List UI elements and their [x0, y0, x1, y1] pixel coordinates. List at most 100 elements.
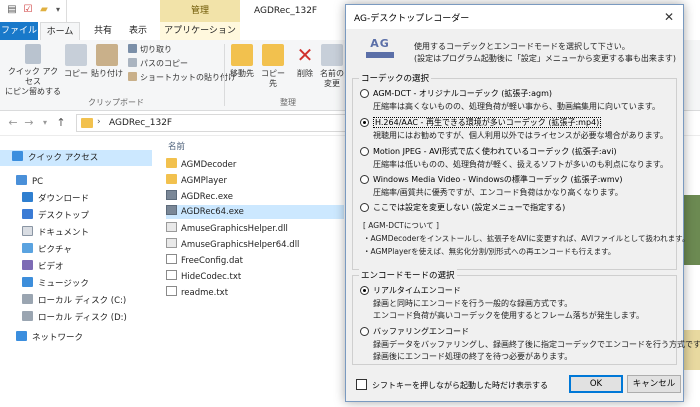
intro-text: (設定はプログラム起動後に「設定」メニューから変更する事も出来ます)	[414, 54, 676, 63]
radio-label: ここでは設定を変更しない (設定メニューで指定する)	[373, 203, 566, 212]
file-row[interactable]: readme.txt	[166, 286, 344, 300]
window-title: AGDRec_132F	[254, 6, 318, 16]
recent-dropdown-icon[interactable]: ▾	[38, 116, 52, 130]
delete-button[interactable]: ✕ 削除	[292, 44, 318, 79]
drive-icon	[22, 294, 33, 304]
tab-file[interactable]: ファイル	[0, 22, 38, 40]
logo-text: AG	[370, 37, 390, 50]
logo-bar	[366, 52, 394, 58]
dll-icon	[166, 238, 177, 248]
file-row[interactable]: AGMPlayer	[166, 174, 344, 188]
mode-description: 録画データをバッファリングし、録画終了後に指定コーデックでエンコードを行う方式で…	[373, 340, 700, 349]
codec-dialog: AG-デスクトップレコーダー ✕ AG 使用するコーデックとエンコードモードを選…	[345, 4, 700, 402]
sidebar-item-label: ローカル ディスク (D:)	[38, 313, 127, 323]
column-header-name[interactable]: 名前	[168, 140, 185, 152]
file-name: HideCodec.txt	[181, 272, 242, 282]
sidebar-item-label: ミュージック	[38, 279, 89, 289]
checkbox-label: シフトキーを押しながら起動した時だけ表示する	[372, 381, 548, 390]
move-to-button[interactable]: 移動先	[228, 44, 256, 79]
file-name: readme.txt	[181, 288, 229, 298]
exe-icon	[166, 190, 177, 200]
file-row-selected[interactable]: AGDRec64.exe	[166, 205, 344, 219]
context-tab-manage[interactable]: 管理	[160, 0, 240, 22]
tab-application-tools[interactable]: アプリケーション ツール	[160, 22, 240, 54]
encode-mode-group-title: エンコードモードの選択	[359, 269, 457, 281]
copy-label: コピー	[64, 69, 88, 78]
sidebar-item-pictures[interactable]: ピクチャ	[22, 242, 72, 258]
sidebar-item-label: デスクトップ	[38, 211, 90, 221]
properties-icon[interactable]: ☑	[22, 4, 34, 16]
pin-quick-access-button[interactable]: クイック アクセス にピン留めする	[4, 44, 62, 97]
paste-shortcut-icon	[128, 72, 137, 81]
organize-group-label: 整理	[280, 98, 296, 107]
ok-button[interactable]: OK	[569, 375, 623, 393]
copy-to-button[interactable]: コピー先	[258, 44, 288, 89]
copy-path-button[interactable]: パスのコピー	[128, 58, 188, 70]
radio-icon	[360, 89, 369, 98]
up-arrow-icon[interactable]: ↑	[54, 116, 68, 130]
breadcrumb-path[interactable]: AGDRec_132F	[109, 118, 172, 128]
copy-button[interactable]: コピー	[62, 44, 90, 79]
sidebar-item-drive-d[interactable]: ローカル ディスク (D:)	[22, 310, 127, 326]
sidebar-item-drive-c[interactable]: ローカル ディスク (C:)	[22, 293, 126, 309]
pin-icon	[25, 44, 41, 64]
sidebar-item-desktop[interactable]: デスクトップ	[22, 208, 89, 224]
nav-pc[interactable]: PC	[16, 174, 43, 190]
tab-view[interactable]: 表示	[122, 22, 154, 40]
sidebar-item-documents[interactable]: ドキュメント	[22, 225, 89, 241]
rename-button[interactable]: 名前の 変更	[320, 44, 344, 89]
qa-dropdown-icon[interactable]: ▾	[52, 4, 64, 16]
shift-key-checkbox[interactable]: シフトキーを押しながら起動した時だけ表示する	[356, 379, 548, 391]
folder-icon	[81, 118, 93, 128]
desktop-icon	[22, 209, 33, 219]
radio-buffering-encode[interactable]: バッファリングエンコード	[360, 326, 469, 337]
forward-arrow-icon[interactable]: →	[22, 116, 36, 130]
delete-label: 削除	[297, 69, 313, 78]
folder-icon	[166, 174, 177, 184]
radio-motion-jpeg[interactable]: Motion JPEG - AVI形式で広く使われているコーデック (拡張子:a…	[360, 146, 617, 157]
radio-label: AGM-DCT - オリジナルコーデック (拡張子:agm)	[373, 89, 553, 98]
move-to-icon	[231, 44, 253, 66]
text-file-icon	[166, 286, 177, 296]
nav-network[interactable]: ネットワーク	[16, 330, 83, 346]
codec-description: 視聴用にはお勧めですが、個人利用以外ではライセンスが必要な場合があります。	[373, 131, 668, 140]
radio-wmv[interactable]: Windows Media Video - Windowsの標準コーデック (拡…	[360, 174, 622, 185]
cancel-button[interactable]: キャンセル	[627, 375, 681, 393]
radio-label: Motion JPEG - AVI形式で広く使われているコーデック (拡張子:a…	[373, 147, 617, 156]
file-row[interactable]: AGMDecoder	[166, 158, 344, 172]
paste-button[interactable]: 貼り付け	[90, 44, 124, 79]
sidebar-item-videos[interactable]: ビデオ	[22, 259, 64, 275]
file-row[interactable]: AGDRec.exe	[166, 190, 344, 204]
cut-button[interactable]: 切り取り	[128, 44, 172, 56]
new-folder-icon[interactable]: ▰	[38, 4, 50, 16]
group-divider	[224, 44, 225, 106]
radio-realtime-encode[interactable]: リアルタイムエンコード	[360, 285, 461, 296]
nav-quick-access[interactable]: クイック アクセス	[0, 150, 152, 166]
file-row[interactable]: FreeConfig.dat	[166, 254, 344, 268]
file-name: AGMDecoder	[181, 160, 237, 170]
file-row[interactable]: HideCodec.txt	[166, 270, 344, 284]
paste-shortcut-button[interactable]: ショートカットの貼り付け	[128, 72, 236, 84]
sidebar-item-label: ピクチャ	[38, 245, 72, 255]
copy-path-icon	[128, 58, 137, 67]
back-arrow-icon[interactable]: ←	[6, 116, 20, 130]
file-row[interactable]: AmuseGraphicsHelper64.dll	[166, 238, 344, 252]
radio-agm-dct[interactable]: AGM-DCT - オリジナルコーデック (拡張子:agm)	[360, 88, 552, 99]
move-to-label: 移動先	[230, 69, 254, 78]
paste-label: 貼り付け	[91, 69, 123, 78]
close-icon[interactable]: ✕	[655, 5, 683, 29]
radio-h264[interactable]: H.264/AAC - 再生できる環境が多いコーデック (拡張子:mp4)	[360, 117, 602, 128]
radio-label: リアルタイムエンコード	[373, 286, 461, 295]
download-icon	[22, 192, 33, 202]
codec-group: コーデックの選択 AGM-DCT - オリジナルコーデック (拡張子:agm) …	[352, 72, 689, 270]
sidebar-item-downloads[interactable]: ダウンロード	[22, 191, 89, 207]
radio-no-change[interactable]: ここでは設定を変更しない (設定メニューで指定する)	[360, 202, 565, 213]
tab-home[interactable]: ホーム	[40, 22, 80, 40]
sidebar-item-music[interactable]: ミュージック	[22, 276, 89, 292]
file-row[interactable]: AmuseGraphicsHelper.dll	[166, 222, 344, 236]
tab-share[interactable]: 共有	[86, 22, 120, 40]
app-logo: AG	[362, 37, 398, 59]
mode-description: 録画と同時にエンコードを行う一般的な録画方式です。	[373, 299, 573, 308]
copy-path-label: パスのコピー	[140, 59, 188, 68]
address-input[interactable]: › AGDRec_132F	[76, 114, 352, 132]
